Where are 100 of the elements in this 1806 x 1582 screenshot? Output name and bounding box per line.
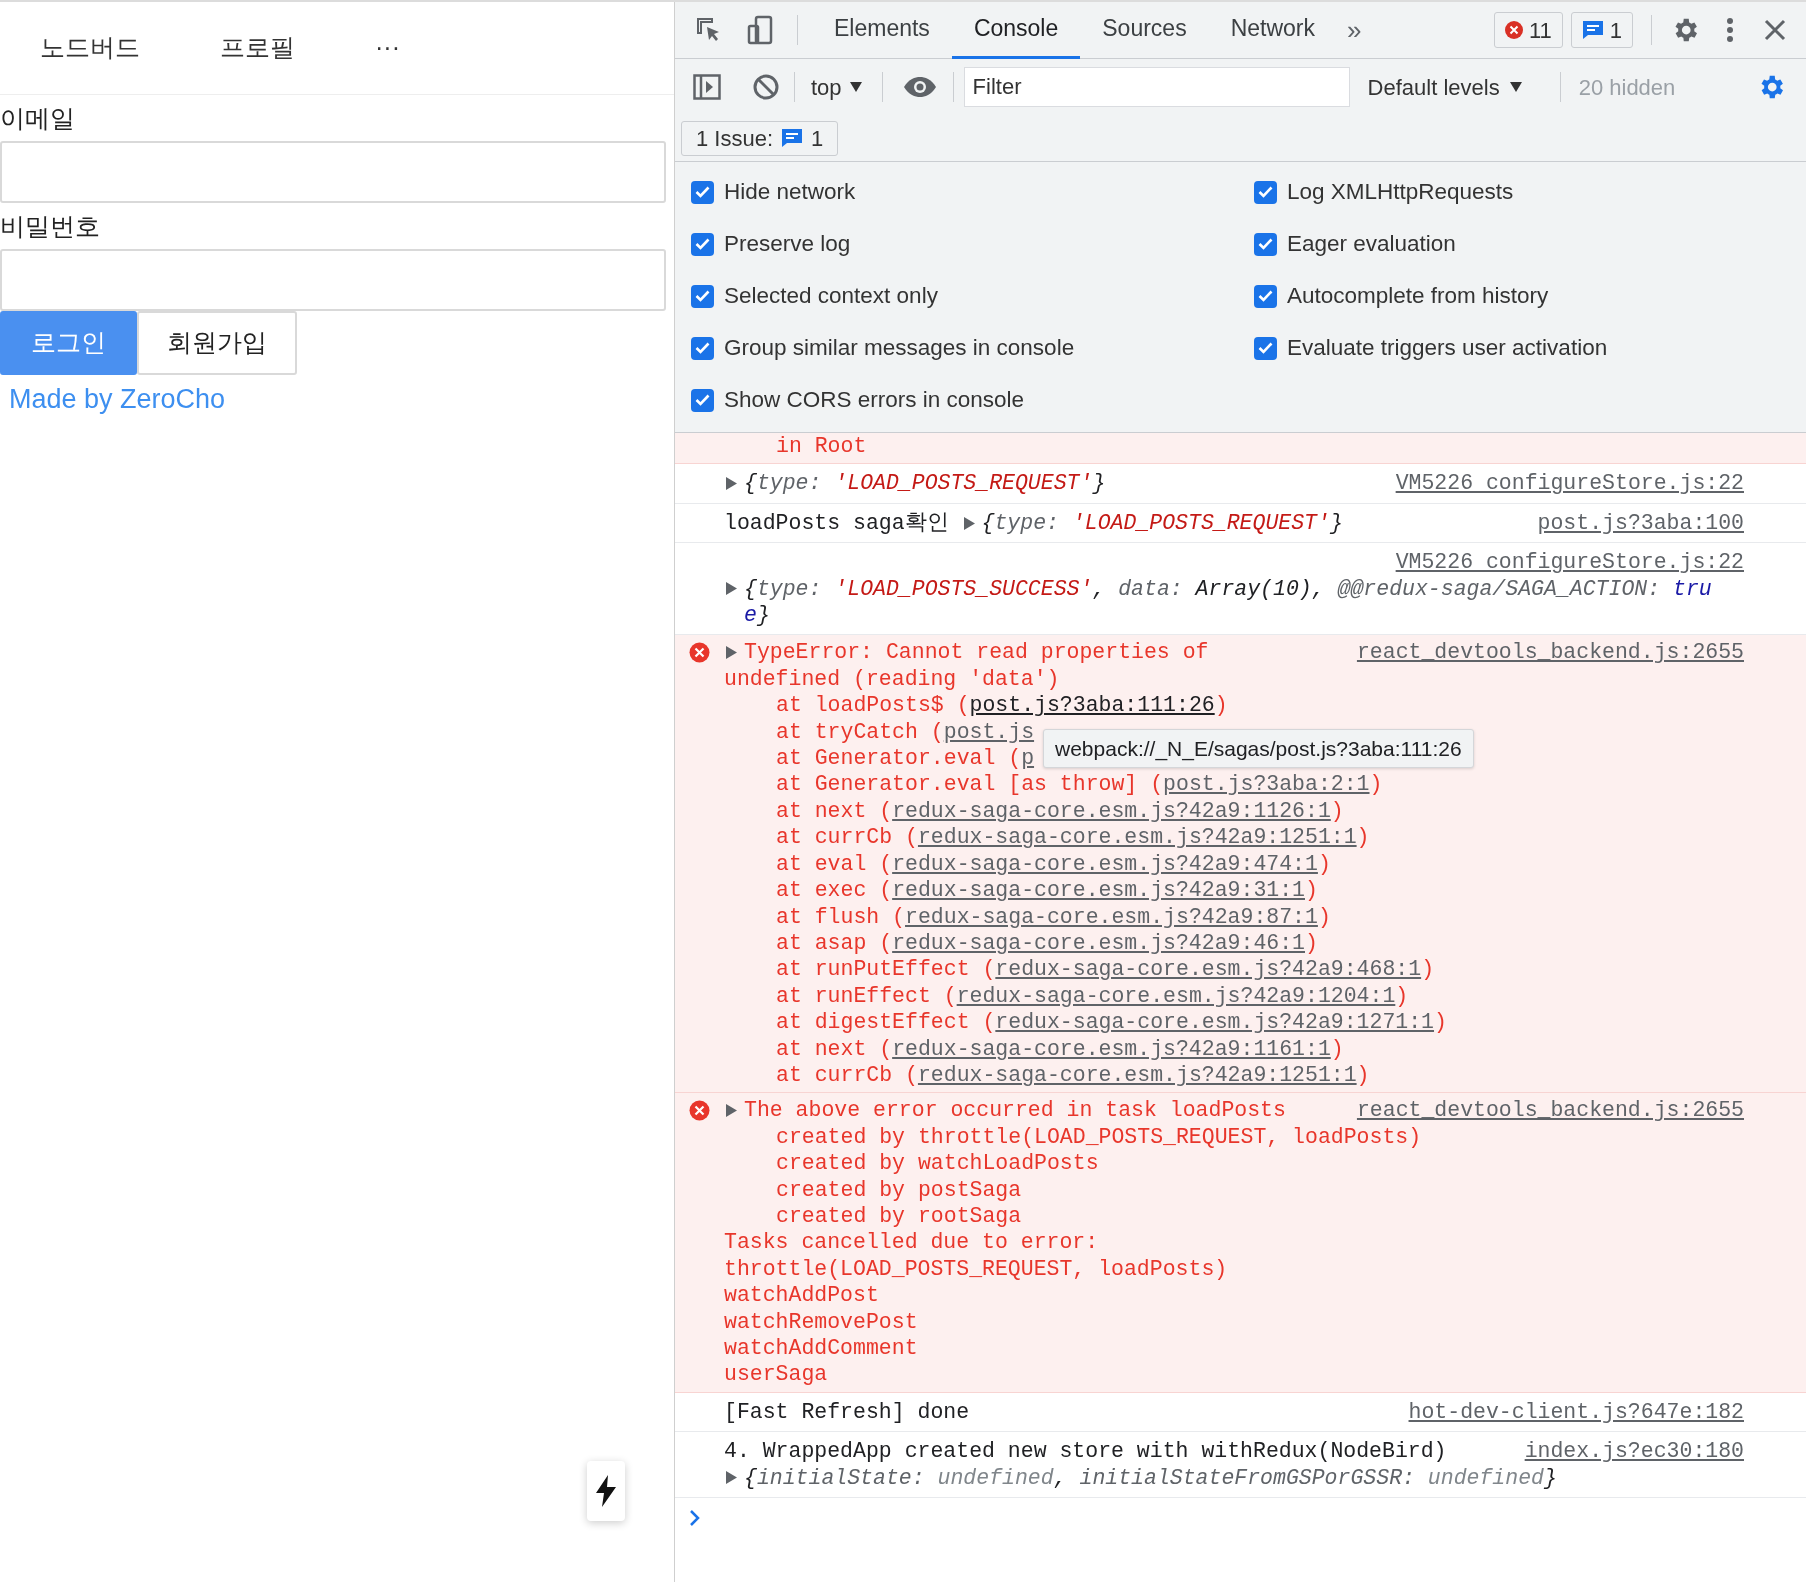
nav-item[interactable]: 노드버드	[0, 29, 180, 67]
setting-label: Hide network	[724, 178, 856, 207]
source-link[interactable]: redux-saga-core.esm.js?42a9:31:1	[892, 877, 1305, 904]
levels-dropdown[interactable]: Default levels	[1367, 70, 1522, 104]
console-text: e	[744, 602, 757, 629]
console-text: loadPosts saga확인	[724, 509, 950, 537]
device-toolbar-icon[interactable]	[747, 15, 775, 45]
source-link[interactable]: post.js	[943, 718, 1035, 746]
source-link[interactable]: p	[1021, 745, 1035, 772]
issues-button[interactable]: 1 Issue: 1	[681, 120, 839, 156]
issue-count: 1	[1609, 16, 1622, 45]
console-text: {	[744, 1464, 757, 1492]
console-text: at runEffect (	[776, 982, 957, 1010]
source-link[interactable]: redux-saga-core.esm.js?42a9:468:1	[995, 956, 1422, 983]
source-link[interactable]: redux-saga-core.esm.js?42a9:1204:1	[956, 982, 1396, 1010]
expand-arrow-icon[interactable]	[726, 582, 737, 596]
checkbox[interactable]	[1254, 180, 1277, 204]
checkmark-icon	[1258, 238, 1273, 250]
panel-tab[interactable]: Elements	[812, 1, 952, 59]
console-text: undefined	[1427, 1464, 1544, 1492]
checkmark-icon	[695, 290, 710, 302]
console-text: throttle(LOAD_POSTS_REQUEST, loadPosts)	[724, 1255, 1228, 1283]
expand-arrow-icon[interactable]	[963, 516, 975, 530]
source-link[interactable]: redux-saga-core.esm.js?42a9:1251:1	[917, 824, 1357, 851]
checkmark-icon	[1258, 186, 1273, 198]
panel-tab[interactable]: Network	[1208, 1, 1337, 59]
filter-field[interactable]: Filter	[963, 67, 1350, 107]
nav-item[interactable]: 프로필	[180, 29, 335, 67]
console-text: tru	[1673, 575, 1712, 603]
eye-icon[interactable]	[902, 76, 937, 98]
issue-count-badge[interactable]: 1	[1570, 12, 1633, 48]
source-link[interactable]: post.js?3aba:111:26	[969, 692, 1215, 719]
console-text: TypeError: Cannot read properties of	[744, 639, 1209, 666]
console-text: {	[981, 509, 995, 537]
setting-label: Group similar messages in console	[724, 334, 1075, 363]
console-text: )	[1305, 929, 1318, 957]
expand-arrow-icon[interactable]	[726, 477, 737, 491]
source-link[interactable]: VM5226 configureStore.js:22	[1395, 470, 1744, 497]
refresh-indicator-button[interactable]	[587, 1461, 625, 1521]
source-link[interactable]: react_devtools_backend.js:2655	[1356, 639, 1744, 666]
context-dropdown[interactable]: top	[811, 70, 862, 104]
source-link[interactable]: redux-saga-core.esm.js?42a9:1251:1	[917, 1061, 1357, 1089]
console-text: )	[1395, 982, 1409, 1010]
checkbox[interactable]	[691, 336, 714, 360]
nav-item[interactable]: ···	[335, 29, 440, 67]
console-text: )	[1356, 824, 1370, 851]
expand-arrow-icon[interactable]	[726, 646, 737, 660]
console-text: at loadPosts$ (	[776, 692, 970, 719]
checkbox[interactable]	[1254, 284, 1277, 308]
console-text: 'LOAD_POSTS_REQUEST'	[1071, 509, 1330, 537]
source-link[interactable]: hot-dev-client.js?647e:182	[1408, 1398, 1744, 1426]
source-link[interactable]: post.js?3aba:2:1	[1163, 771, 1370, 798]
checkbox[interactable]	[691, 284, 714, 308]
source-link[interactable]: index.js?ec30:180	[1524, 1438, 1744, 1465]
console-text: }	[756, 602, 770, 629]
error-count-badge[interactable]: 11	[1493, 12, 1563, 48]
checkbox[interactable]	[1254, 232, 1277, 256]
input-field[interactable]	[0, 249, 666, 311]
form-button[interactable]: 로그인	[0, 311, 137, 375]
checkbox[interactable]	[691, 232, 714, 256]
more-tabs-button[interactable]: »	[1347, 10, 1362, 50]
console-text: created by throttle(LOAD_POSTS_REQUEST, loadPosts)	[776, 1123, 1422, 1151]
console-text: at flush (	[776, 903, 906, 930]
source-link[interactable]: react_devtools_backend.js:2655	[1356, 1097, 1744, 1124]
more-options-icon[interactable]	[1726, 17, 1734, 43]
console-text: undefined (reading 'data')	[724, 665, 1060, 693]
source-link[interactable]: redux-saga-core.esm.js?42a9:1126:1	[892, 797, 1331, 825]
footer-link[interactable]: Made by ZeroCho	[9, 384, 226, 414]
message-icon	[781, 128, 804, 148]
setting-label: Eager evaluation	[1287, 230, 1456, 259]
expand-arrow-icon[interactable]	[726, 1471, 737, 1485]
console-text: data:	[1118, 575, 1184, 603]
sidebar-toggle-icon[interactable]	[693, 74, 721, 100]
console-text: )	[1330, 1035, 1344, 1062]
expand-arrow-icon[interactable]	[726, 1104, 737, 1118]
checkbox[interactable]	[691, 180, 714, 204]
console-text: at asap (	[776, 929, 893, 957]
source-link[interactable]: redux-saga-core.esm.js?42a9:87:1	[905, 903, 1318, 930]
console-text: created by watchLoadPosts	[776, 1150, 1099, 1177]
source-link[interactable]: redux-saga-core.esm.js?42a9:1271:1	[995, 1009, 1434, 1036]
source-link[interactable]: redux-saga-core.esm.js?42a9:474:1	[892, 850, 1318, 878]
console-text: at Generator.eval [as throw] (	[776, 771, 1164, 798]
source-link[interactable]: post.js?3aba:100	[1537, 509, 1744, 537]
hidden-count: 20 hidden	[1578, 73, 1676, 102]
source-link[interactable]: redux-saga-core.esm.js?42a9:46:1	[892, 929, 1305, 957]
console-text: @@redux-saga/SAGA_ACTION:	[1337, 575, 1662, 603]
panel-tab[interactable]: Sources	[1080, 1, 1209, 59]
console-text: Tasks cancelled due to error:	[724, 1229, 1099, 1256]
checkbox[interactable]	[691, 388, 714, 412]
close-icon[interactable]	[1764, 19, 1786, 41]
input-field[interactable]	[0, 141, 666, 203]
clear-console-icon[interactable]	[752, 73, 780, 101]
form-button[interactable]: 회원가입	[137, 311, 297, 375]
console-text: at tryCatch (	[776, 718, 944, 746]
console-text: Array(10),	[1195, 575, 1326, 603]
checkbox[interactable]	[1254, 336, 1277, 360]
issues-count: 1	[811, 124, 824, 153]
checkmark-icon	[695, 342, 710, 354]
source-link[interactable]: VM5226 configureStore.js:22	[1395, 549, 1744, 576]
source-link[interactable]: redux-saga-core.esm.js?42a9:1161:1	[892, 1035, 1331, 1062]
